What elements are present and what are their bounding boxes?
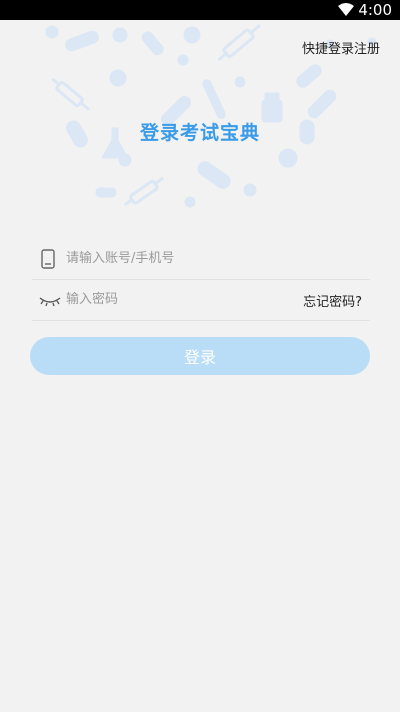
pill-icon (141, 31, 164, 56)
app-title: 登录考试宝典 (139, 122, 260, 144)
tablet-icon (109, 69, 127, 87)
quick-register-link[interactable]: 快捷登录注册 (302, 38, 380, 57)
pill-icon (197, 161, 231, 189)
status-time: 4:00 (358, 1, 392, 19)
pill-icon (95, 187, 117, 198)
syringe-icon (123, 176, 165, 207)
eye-closed-icon[interactable] (39, 294, 61, 308)
status-bar: 4:00 (0, 0, 400, 20)
tablet-icon (183, 26, 201, 44)
phone-icon (41, 249, 55, 269)
tablet-icon (234, 76, 246, 88)
syringe-icon (217, 24, 261, 62)
account-row (32, 239, 370, 280)
pill-icon (65, 30, 99, 52)
wifi-icon (338, 3, 354, 16)
tablet-icon (112, 27, 128, 43)
thermometer-icon (202, 79, 226, 119)
tablet-icon (45, 25, 59, 39)
login-button[interactable]: 登录 (30, 337, 370, 375)
tablet-icon (243, 183, 257, 197)
pill-icon (296, 64, 322, 88)
password-input[interactable] (66, 288, 296, 310)
forgot-password-link[interactable]: 忘记密码? (303, 291, 362, 310)
tablet-icon (184, 196, 196, 208)
tablet-icon (177, 54, 189, 66)
bandage-icon (307, 89, 337, 119)
password-row: 忘记密码? (32, 280, 370, 321)
tablet-icon (278, 148, 298, 168)
account-input[interactable] (66, 247, 296, 269)
syringe-icon (51, 77, 90, 111)
